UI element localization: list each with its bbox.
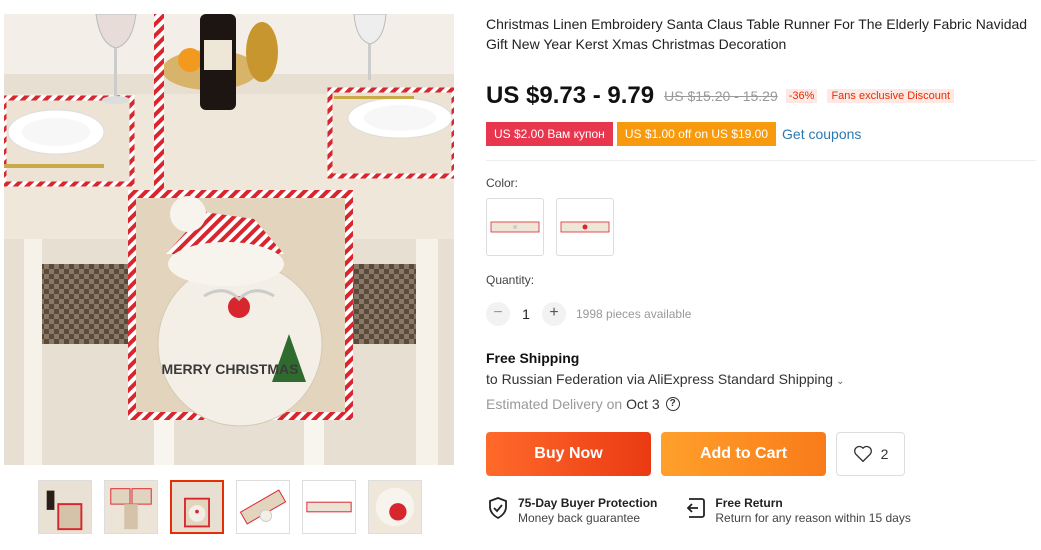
product-title: Christmas Linen Embroidery Santa Claus T…	[486, 16, 1028, 52]
coupon-select[interactable]: US $1.00 off on US $19.00	[616, 122, 777, 146]
wishlist-count: 2	[880, 446, 889, 462]
wishlist-button[interactable]: 2	[836, 432, 905, 476]
free-return-title: Free Return	[715, 496, 783, 510]
product-info-panel: Christmas Linen Embroidery Santa Claus T…	[486, 14, 1036, 525]
color-swatch-2[interactable]	[556, 198, 614, 256]
discount-badge: -36%	[785, 89, 818, 103]
estimated-delivery-label: Estimated Delivery on	[486, 396, 623, 412]
quantity-increase-button[interactable]: +	[542, 302, 566, 326]
price: US $9.73 - 9.79	[486, 82, 655, 109]
heart-icon	[853, 445, 872, 463]
buy-now-button[interactable]: Buy Now	[486, 432, 651, 476]
shipping-destination-text: to Russian Federation via AliExpress Sta…	[486, 371, 834, 387]
action-buttons: Buy Now Add to Cart 2	[486, 432, 905, 476]
chevron-down-icon: ⌄	[836, 376, 845, 387]
free-return-subtitle: Return for any reason within 15 days	[715, 511, 911, 525]
help-icon[interactable]: ?	[665, 397, 680, 411]
shipping-destination[interactable]: to Russian Federation via AliExpress Sta…	[486, 371, 844, 387]
color-swatch-1[interactable]	[486, 198, 544, 256]
original-price: US $15.20 - 15.29	[664, 88, 778, 104]
divider	[486, 160, 1036, 161]
estimated-delivery: Estimated Delivery on Oct 3 ?	[486, 396, 680, 412]
free-return: Free Return Return for any reason within…	[683, 496, 911, 526]
buyer-protection: 75-Day Buyer Protection Money back guara…	[486, 496, 657, 526]
quantity-value[interactable]: 1	[510, 306, 542, 322]
buyer-protection-title: 75-Day Buyer Protection	[518, 496, 658, 510]
coupon-store[interactable]: US $2.00 Вам купон	[486, 122, 613, 146]
quantity-decrease-button[interactable]: −	[486, 302, 510, 326]
color-label: Color:	[486, 176, 519, 190]
price-row: US $9.73 - 9.79 US $15.20 - 15.29 -36% F…	[486, 82, 955, 110]
add-to-cart-button[interactable]: Add to Cart	[661, 432, 826, 476]
quantity-label: Quantity:	[486, 273, 535, 287]
product-main-image[interactable]: MERRY CHRISTMAS	[4, 14, 454, 465]
return-icon	[687, 498, 706, 518]
product-photo: MERRY CHRISTMAS	[4, 14, 454, 465]
get-coupons-link[interactable]: Get coupons	[782, 126, 861, 142]
thumbnail-strip	[38, 480, 422, 534]
available-stock: 1998 pieces available	[576, 307, 692, 321]
thumbnail-6[interactable]	[368, 480, 422, 534]
thumbnail-4[interactable]	[236, 480, 290, 534]
estimated-delivery-date: Oct 3	[626, 396, 660, 412]
thumbnail-3[interactable]	[170, 480, 224, 534]
guarantees: 75-Day Buyer Protection Money back guara…	[486, 496, 911, 526]
runner-embroidery-text: MERRY CHRISTMAS	[162, 361, 299, 377]
shield-check-icon	[489, 497, 507, 520]
thumbnail-1[interactable]	[38, 480, 92, 534]
quantity-stepper: − 1 + 1998 pieces available	[486, 302, 691, 326]
thumbnail-5[interactable]	[302, 480, 356, 534]
coupon-row: US $2.00 Вам купон US $1.00 off on US $1…	[486, 122, 861, 146]
shipping-title: Free Shipping	[486, 350, 580, 366]
thumbnail-2[interactable]	[104, 480, 158, 534]
fans-discount-badge: Fans exclusive Discount	[827, 89, 955, 103]
buyer-protection-subtitle: Money back guarantee	[518, 511, 641, 525]
color-swatches	[486, 198, 614, 256]
